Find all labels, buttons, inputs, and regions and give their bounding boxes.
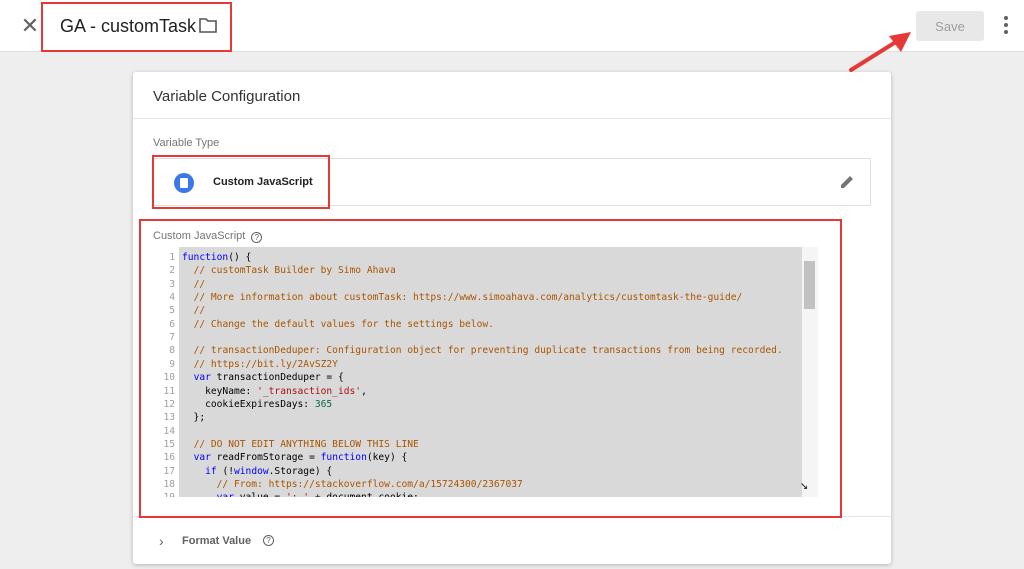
- arrow-annotation-icon: [849, 32, 911, 72]
- more-vert-icon[interactable]: [998, 14, 1014, 38]
- format-value-label: Format Value: [182, 535, 252, 547]
- help-icon[interactable]: ?: [263, 535, 274, 546]
- variable-type-highlight-box: [152, 155, 330, 209]
- code-highlight-box: [139, 219, 842, 518]
- pencil-edit-icon[interactable]: [838, 173, 856, 191]
- variable-type-label: Variable Type: [153, 137, 220, 149]
- card-header: Variable Configuration: [133, 72, 891, 119]
- chevron-right-icon: ›: [159, 533, 164, 549]
- title-highlight-box: [41, 2, 232, 52]
- close-icon[interactable]: ✕: [18, 14, 42, 38]
- save-button[interactable]: Save: [916, 11, 984, 41]
- format-value-row[interactable]: › Format Value ?: [133, 516, 891, 564]
